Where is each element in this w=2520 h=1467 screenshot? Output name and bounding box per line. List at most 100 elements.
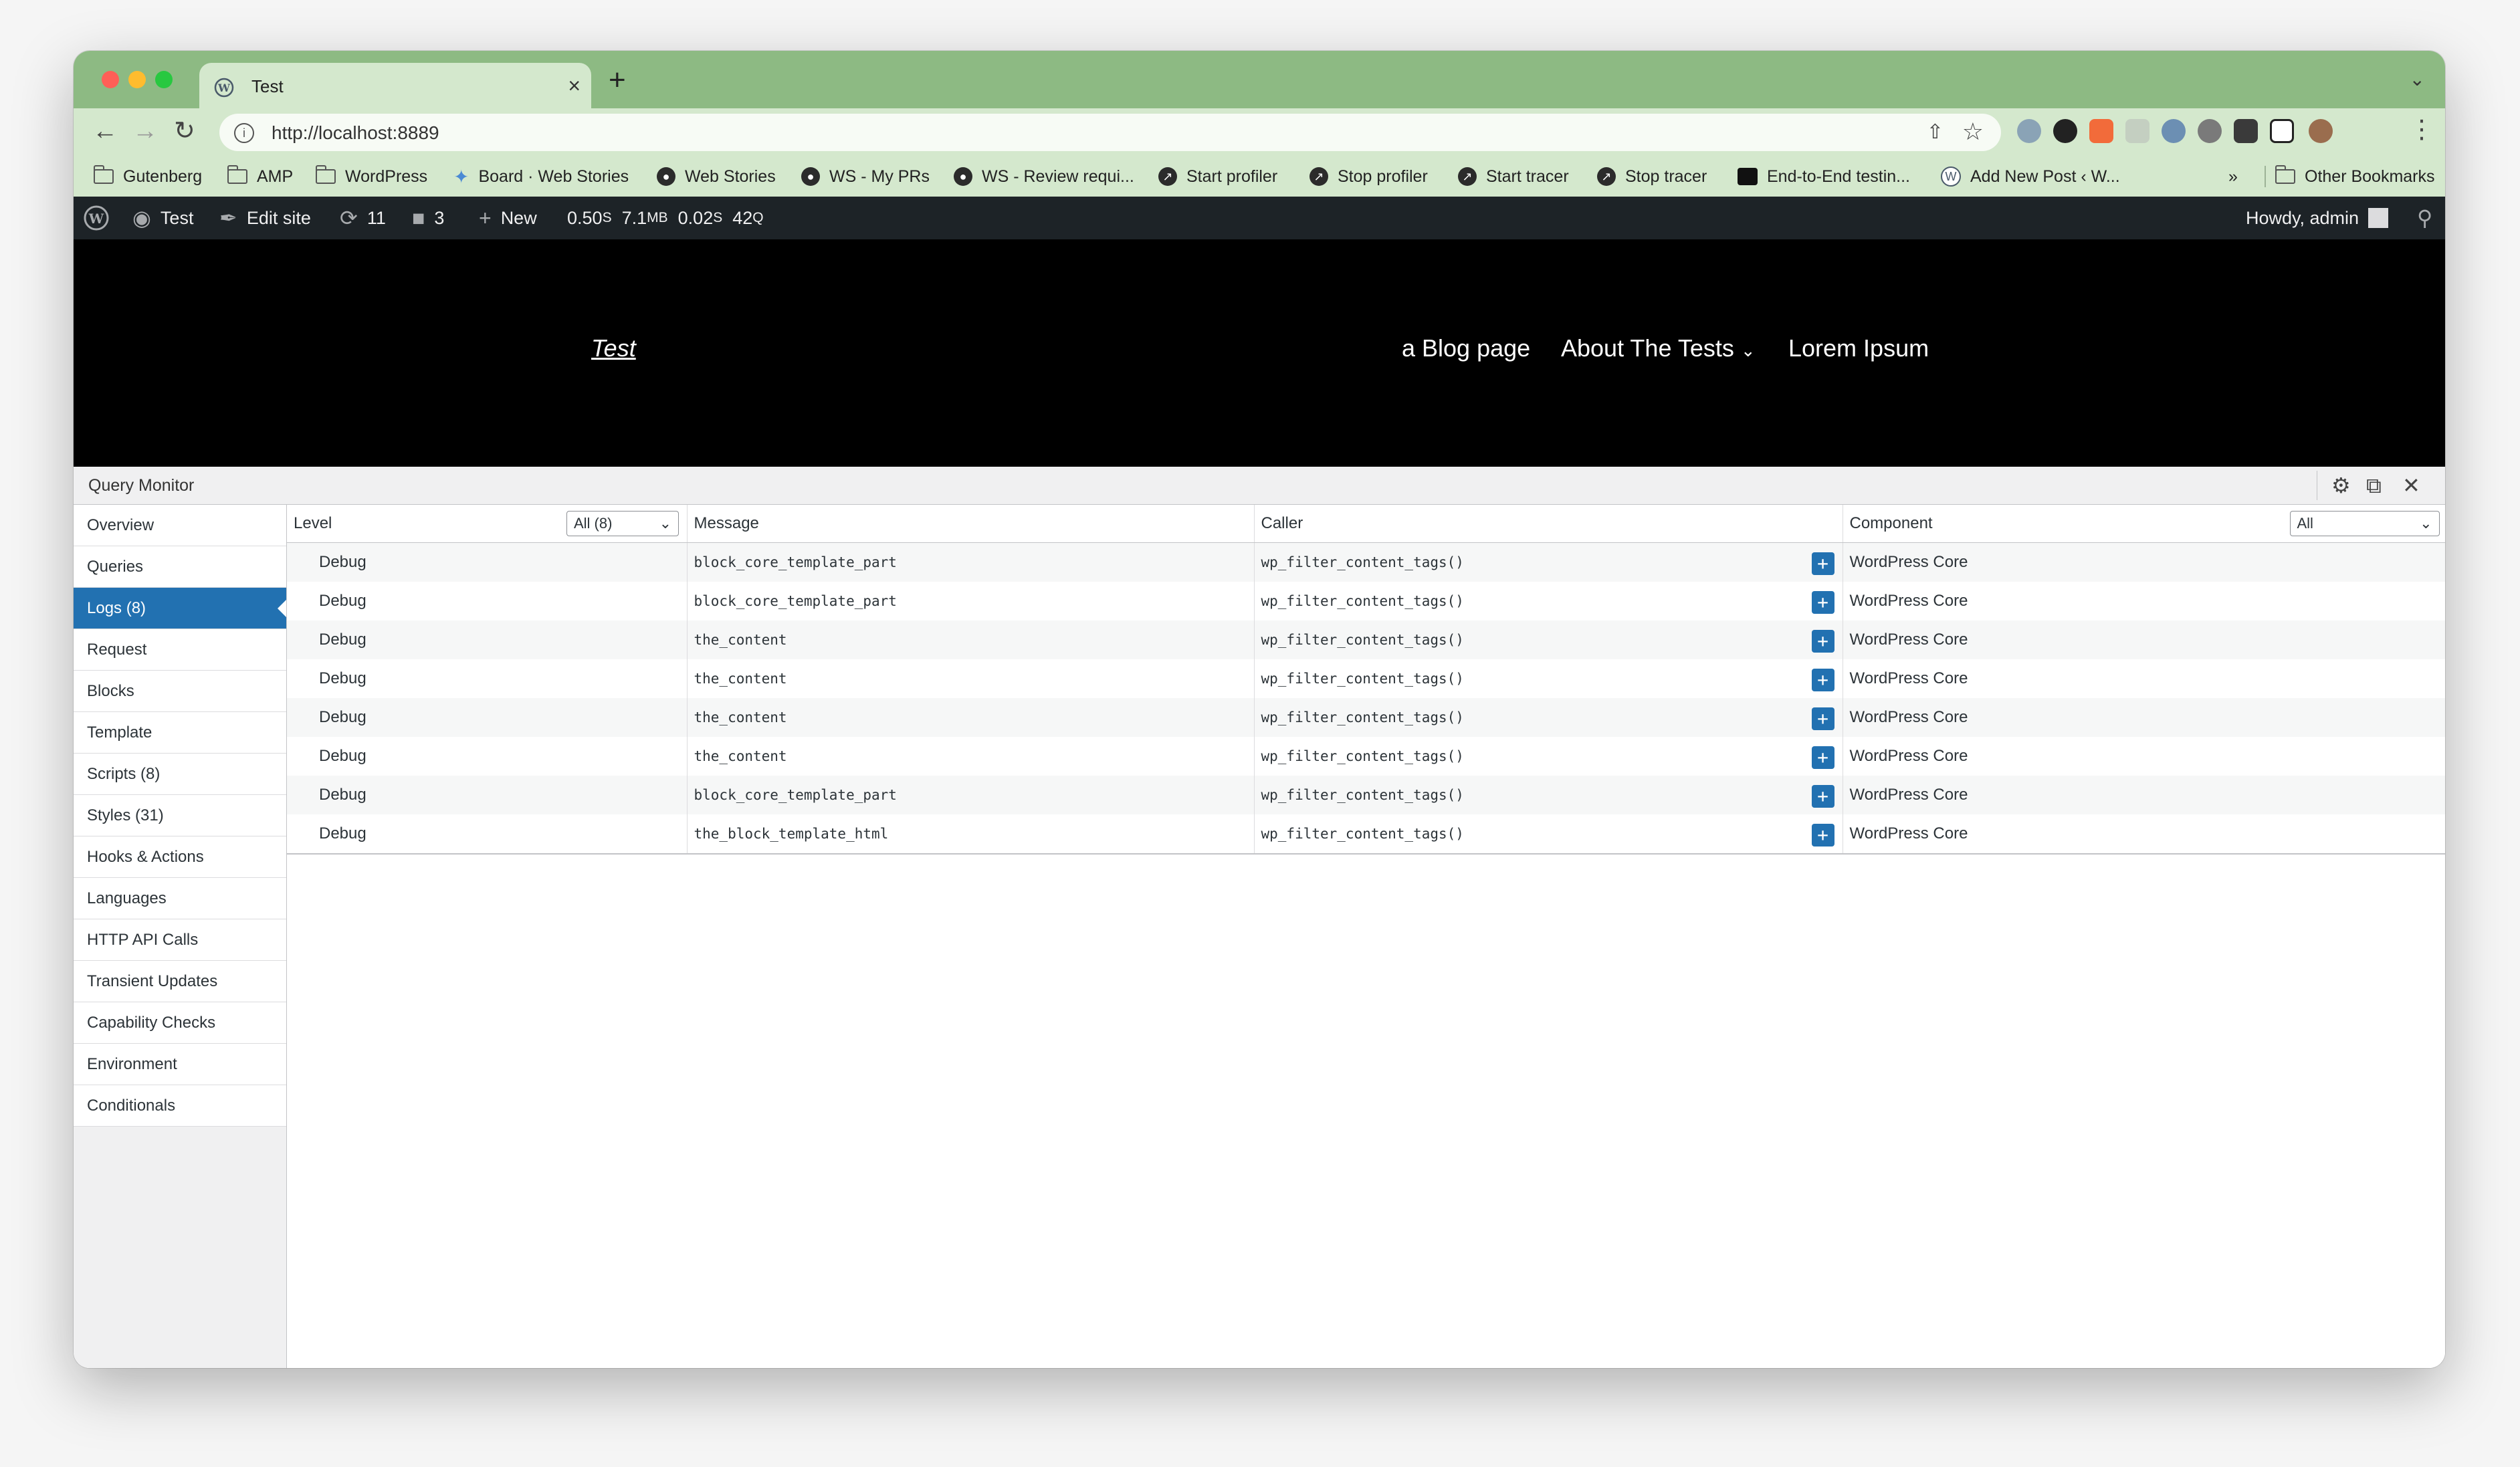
nav-item-about-the-tests[interactable]: About The Tests ⌄	[1561, 334, 1756, 362]
bookmark-add-new-post[interactable]: W Add New Post ‹ W...	[1941, 166, 2120, 187]
e2e-icon	[1738, 168, 1758, 185]
tab-search-icon[interactable]: ⌄	[2410, 68, 2425, 90]
bookmark-start-profiler[interactable]: ↗ Start profiler	[1158, 166, 1277, 187]
chevron-down-icon[interactable]: ⌄	[1741, 340, 1756, 360]
bookmark-ws-review-requests[interactable]: ● WS - Review requi...	[954, 166, 1134, 187]
component-cell-text: WordPress Core	[1849, 824, 1968, 842]
gear-extension-icon[interactable]	[2198, 119, 2222, 143]
qm-nav-item[interactable]: Overview	[74, 505, 286, 546]
pencil-extension-icon[interactable]	[2125, 119, 2149, 143]
bookmark-star-icon[interactable]: ☆	[1962, 118, 1984, 146]
minimize-window-button[interactable]	[128, 71, 146, 88]
bookmark-board-web-stories[interactable]: ✦ Board · Web Stories	[453, 166, 629, 187]
admin-bar-search-icon[interactable]: ⚲	[2417, 197, 2442, 239]
qm-nav-item[interactable]: Environment	[74, 1044, 286, 1085]
admin-bar-comments[interactable]: ■ 3	[412, 197, 444, 239]
expand-trace-button[interactable]: +	[1811, 630, 1834, 653]
bookmarklet-icon: ↗	[1597, 167, 1616, 186]
qm-nav-item[interactable]: Logs (8)	[74, 588, 286, 629]
table-row: Debug the_content wp_filter_content_tags()…	[287, 737, 2445, 776]
qm-nav-item[interactable]: Hooks & Actions	[74, 836, 286, 878]
bookmark-amp[interactable]: AMP	[227, 165, 293, 187]
puzzle-extensions-icon[interactable]	[2234, 119, 2258, 143]
qm-nav-list: Overview Queries Logs (8) Request Blocks Temp…	[74, 505, 286, 1127]
component-filter-select[interactable]: All ⌄	[2289, 511, 2440, 536]
tab-close-icon[interactable]: ×	[568, 72, 581, 99]
qm-nav-item[interactable]: Languages	[74, 878, 286, 919]
qm-nav-item[interactable]: Conditionals	[74, 1085, 286, 1127]
nav-item-lorem-ipsum[interactable]: Lorem Ipsum	[1788, 334, 1929, 362]
admin-bar-edit-site[interactable]: ✒ Edit site	[219, 197, 311, 239]
close-icon[interactable]: ✕	[2402, 472, 2420, 499]
table-row: Debug block_core_template_part wp_filter_c…	[287, 582, 2445, 620]
share-icon[interactable]: ⇧	[1927, 120, 1944, 144]
wordpress-extension-icon[interactable]	[2017, 119, 2041, 143]
h-extension-icon[interactable]	[2089, 119, 2113, 143]
table-header-row: Level All (8) ⌄ Message Caller Component …	[287, 505, 2445, 543]
bookmark-e2e-testing[interactable]: End-to-End testin...	[1738, 166, 1910, 187]
browser-tab[interactable]: W Test ×	[199, 63, 591, 108]
wordpress-icon: W	[84, 205, 109, 231]
message-cell: the_content	[687, 698, 1255, 737]
pop-out-icon[interactable]: ⧉	[2366, 472, 2382, 499]
admin-bar-new[interactable]: + New	[479, 197, 537, 239]
reload-icon[interactable]: ↻	[174, 116, 195, 146]
expand-trace-button[interactable]: +	[1811, 707, 1834, 730]
expand-trace-button[interactable]: +	[1811, 669, 1834, 691]
menu-kebab-icon[interactable]: ⋮	[2409, 115, 2434, 144]
qm-nav-item[interactable]: Transient Updates	[74, 961, 286, 1002]
bookmark-ws-my-prs[interactable]: ● WS - My PRs	[801, 166, 930, 187]
caller-cell-text: wp_filter_content_tags()	[1261, 748, 1464, 764]
admin-bar-my-account[interactable]: Howdy, admin	[2246, 197, 2389, 239]
bookmark-start-tracer[interactable]: ↗ Start tracer	[1458, 166, 1569, 187]
gear-icon[interactable]: ⚙	[2331, 472, 2351, 499]
level-filter-select[interactable]: All (8) ⌄	[566, 511, 679, 536]
qm-nav-item[interactable]: HTTP API Calls	[74, 919, 286, 961]
bookmark-stop-tracer[interactable]: ↗ Stop tracer	[1597, 166, 1707, 187]
qm-nav-item[interactable]: Capability Checks	[74, 1002, 286, 1044]
wp-logo-icon[interactable]: W	[83, 197, 110, 239]
bookmark-web-stories[interactable]: ● Web Stories	[657, 166, 776, 187]
forward-icon[interactable]: →	[132, 116, 158, 146]
folder-icon	[94, 165, 114, 184]
maximize-window-button[interactable]	[155, 71, 173, 88]
close-window-button[interactable]	[102, 71, 119, 88]
admin-bar-updates[interactable]: ⟳ 11	[340, 197, 386, 239]
back-icon[interactable]: ←	[92, 116, 118, 146]
caller-cell: wp_filter_content_tags() +	[1254, 620, 1843, 659]
bookmark-stop-profiler[interactable]: ↗ Stop profiler	[1309, 166, 1428, 187]
nav-item-blog-page[interactable]: a Blog page	[1402, 334, 1530, 362]
expand-trace-button[interactable]: +	[1811, 746, 1834, 769]
more-bookmarks-button[interactable]: »	[2228, 166, 2238, 187]
qm-nav-item[interactable]: Queries	[74, 546, 286, 588]
bookmark-gutenberg[interactable]: Gutenberg	[94, 165, 202, 187]
address-bar[interactable]: i http://localhost:8889 ⇧ ☆	[219, 114, 2001, 151]
level-cell-text: Debug	[319, 631, 366, 649]
admin-bar-site-name[interactable]: ◉ Test	[132, 197, 193, 239]
site-info-icon[interactable]: i	[234, 123, 254, 143]
expand-trace-button[interactable]: +	[1811, 824, 1834, 847]
qm-nav-item[interactable]: Scripts (8)	[74, 754, 286, 795]
logs-table-body: Debug block_core_template_part wp_filter_c…	[287, 542, 2445, 854]
flame-extension-icon[interactable]	[2053, 119, 2077, 143]
expand-trace-button[interactable]: +	[1811, 591, 1834, 614]
qm-nav-item[interactable]: Template	[74, 712, 286, 754]
caller-cell: wp_filter_content_tags() +	[1254, 776, 1843, 814]
component-cell: WordPress Core	[1843, 814, 2445, 854]
bookmark-wordpress[interactable]: WordPress	[316, 165, 427, 187]
profile-avatar[interactable]	[2309, 119, 2333, 143]
site-title[interactable]: Test	[591, 334, 636, 362]
table-row: Debug the_content wp_filter_content_tags()…	[287, 659, 2445, 698]
qm-nav-item[interactable]: Blocks	[74, 671, 286, 712]
new-tab-button[interactable]: +	[609, 66, 626, 95]
level-cell: Debug	[287, 659, 688, 698]
qm-nav-item[interactable]: Request	[74, 629, 286, 671]
admin-bar-query-monitor[interactable]: 0.50 S 7.1 MB 0.02 S 42 Q	[567, 197, 764, 239]
qm-nav-item[interactable]: Styles (31)	[74, 795, 286, 836]
qm-extension-icon[interactable]	[2162, 119, 2186, 143]
side-panel-icon[interactable]	[2270, 119, 2294, 143]
component-cell: WordPress Core	[1843, 620, 2445, 659]
expand-trace-button[interactable]: +	[1811, 785, 1834, 808]
other-bookmarks[interactable]: Other Bookmarks	[2265, 165, 2435, 187]
expand-trace-button[interactable]: +	[1811, 552, 1834, 575]
